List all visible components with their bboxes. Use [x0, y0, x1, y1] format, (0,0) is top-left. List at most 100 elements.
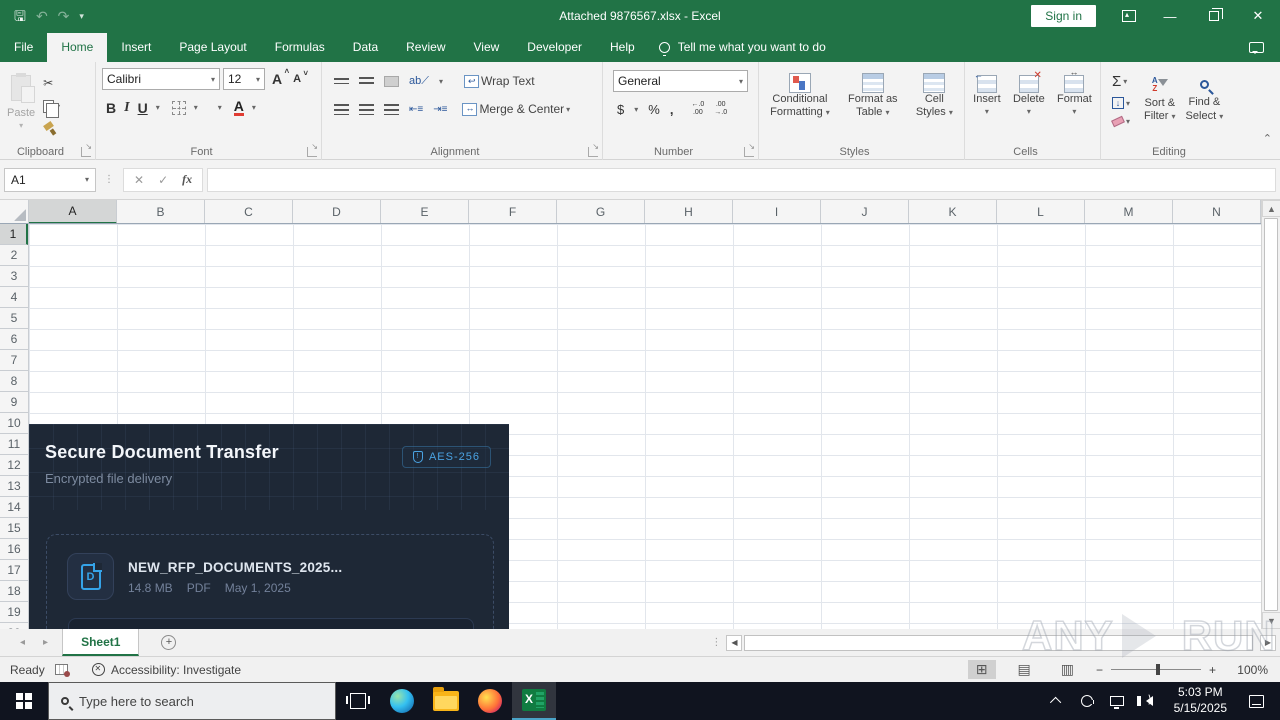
- restore-button[interactable]: [1192, 0, 1236, 32]
- cells-button-format[interactable]: Format▾: [1052, 67, 1097, 120]
- scroll-left-icon[interactable]: ◀: [726, 634, 743, 651]
- decrease-decimal-icon[interactable]: .00 →.0: [714, 101, 727, 118]
- redo-icon[interactable]: ↷: [58, 9, 70, 23]
- orientation-icon[interactable]: ab⟋: [409, 75, 429, 88]
- cells-button-delete[interactable]: Delete▾: [1008, 70, 1050, 120]
- align-bottom-icon[interactable]: [384, 75, 399, 87]
- italic-button[interactable]: I: [124, 100, 129, 115]
- horizontal-scroll-thumb[interactable]: [744, 634, 1253, 651]
- row-header-2[interactable]: 2: [0, 245, 28, 266]
- column-header-H[interactable]: H: [645, 200, 733, 223]
- decrease-font-size-icon[interactable]: A ˅: [293, 69, 308, 85]
- fill-color-caret-icon[interactable]: ▾: [218, 103, 222, 112]
- column-header-C[interactable]: C: [205, 200, 293, 223]
- row-header-19[interactable]: 19: [0, 602, 28, 623]
- zoom-level[interactable]: 100%: [1230, 663, 1268, 677]
- number-dialog-launcher-icon[interactable]: [744, 142, 755, 157]
- new-sheet-button[interactable]: +: [161, 629, 177, 656]
- row-header-6[interactable]: 6: [0, 329, 28, 350]
- font-color-caret-icon[interactable]: ▾: [252, 103, 256, 112]
- paste-button[interactable]: Paste ▾: [2, 69, 40, 134]
- network-icon[interactable]: [1104, 696, 1130, 709]
- underline-button[interactable]: U: [138, 101, 148, 115]
- insert-function-icon[interactable]: fx: [182, 172, 192, 187]
- copy-icon[interactable]: ▾: [40, 98, 63, 118]
- row-header-13[interactable]: 13: [0, 476, 28, 497]
- taskbar-search[interactable]: Type here to search: [48, 682, 336, 720]
- customize-quick-access-icon[interactable]: ▾: [79, 11, 84, 21]
- share-comment-icon[interactable]: [1249, 42, 1264, 54]
- prev-sheet-icon[interactable]: ◂: [20, 637, 25, 648]
- scroll-down-icon[interactable]: ▼: [1262, 612, 1280, 629]
- row-header-11[interactable]: 11: [0, 434, 28, 455]
- row-header-3[interactable]: 3: [0, 266, 28, 287]
- tab-page-layout[interactable]: Page Layout: [165, 33, 260, 62]
- scroll-right-icon[interactable]: ▶: [1260, 634, 1276, 651]
- file-explorer-button[interactable]: [424, 682, 468, 720]
- wrap-text-button[interactable]: Wrap Text: [461, 72, 538, 90]
- column-header-E[interactable]: E: [381, 200, 469, 223]
- align-middle-icon[interactable]: [359, 77, 374, 85]
- name-box-splitter[interactable]: ⋮: [100, 174, 119, 185]
- tab-file[interactable]: File: [0, 33, 47, 62]
- increase-decimal-icon[interactable]: ←.0 .00: [691, 101, 704, 118]
- styles-button-format-as[interactable]: Format as Table ▾: [843, 70, 903, 122]
- cut-icon[interactable]: ✂: [40, 74, 63, 92]
- row-header-9[interactable]: 9: [0, 392, 28, 413]
- styles-button-cell[interactable]: Cell Styles ▾: [911, 70, 958, 122]
- cancel-icon[interactable]: ✕: [134, 173, 144, 187]
- styles-button-conditional[interactable]: Conditional Formatting ▾: [765, 70, 835, 122]
- column-header-D[interactable]: D: [293, 200, 381, 223]
- column-header-I[interactable]: I: [733, 200, 821, 223]
- sort-filter-button[interactable]: AZ Sort & Filter ▾: [1139, 74, 1181, 126]
- comma-format-icon[interactable]: ,: [670, 103, 674, 116]
- column-header-J[interactable]: J: [821, 200, 909, 223]
- font-name-select[interactable]: Calibri ▾: [102, 68, 220, 90]
- task-view-button[interactable]: [336, 682, 380, 720]
- column-header-G[interactable]: G: [557, 200, 645, 223]
- page-layout-view-icon[interactable]: ▤: [1010, 660, 1039, 679]
- row-header-17[interactable]: 17: [0, 560, 28, 581]
- next-sheet-icon[interactable]: ▸: [43, 637, 48, 648]
- clear-icon[interactable]: ▾: [1109, 115, 1133, 128]
- accessibility-status[interactable]: Accessibility: Investigate: [111, 663, 241, 677]
- row-header-4[interactable]: 4: [0, 287, 28, 308]
- row-header-7[interactable]: 7: [0, 350, 28, 371]
- bold-button[interactable]: B: [106, 101, 116, 115]
- sheet-tab-sheet1[interactable]: Sheet1: [62, 629, 140, 656]
- row-header-10[interactable]: 10: [0, 413, 28, 434]
- font-color-icon[interactable]: A: [233, 99, 244, 116]
- column-header-B[interactable]: B: [117, 200, 205, 223]
- alignment-dialog-launcher-icon[interactable]: [588, 142, 599, 157]
- undo-icon[interactable]: ↶: [36, 9, 48, 23]
- zoom-out-icon[interactable]: −: [1096, 663, 1103, 677]
- row-header-12[interactable]: 12: [0, 455, 28, 476]
- currency-format-icon[interactable]: $: [617, 103, 624, 116]
- tell-me-box[interactable]: Tell me what you want to do: [649, 40, 836, 62]
- zoom-in-icon[interactable]: +: [1209, 663, 1216, 677]
- row-header-15[interactable]: 15: [0, 518, 28, 539]
- column-header-F[interactable]: F: [469, 200, 557, 223]
- page-break-view-icon[interactable]: ▥: [1053, 660, 1082, 679]
- increase-indent-icon[interactable]: ⇥≡: [433, 104, 447, 115]
- percent-format-icon[interactable]: %: [648, 103, 660, 116]
- decrease-indent-icon[interactable]: ⇤≡: [409, 104, 423, 115]
- format-painter-icon[interactable]: [40, 121, 63, 137]
- borders-icon[interactable]: [171, 100, 186, 115]
- underline-caret-icon[interactable]: ▾: [156, 103, 160, 112]
- tray-chevron-icon[interactable]: [1044, 696, 1070, 709]
- align-top-icon[interactable]: [334, 78, 349, 84]
- tab-help[interactable]: Help: [596, 33, 649, 62]
- tab-view[interactable]: View: [460, 33, 514, 62]
- row-header-16[interactable]: 16: [0, 539, 28, 560]
- tab-data[interactable]: Data: [339, 33, 392, 62]
- name-box[interactable]: A1 ▾: [4, 167, 96, 192]
- tab-formulas[interactable]: Formulas: [261, 33, 339, 62]
- row-header-8[interactable]: 8: [0, 371, 28, 392]
- clipboard-dialog-launcher-icon[interactable]: [81, 142, 92, 157]
- excel-taskbar-button[interactable]: [512, 682, 556, 720]
- column-header-N[interactable]: N: [1173, 200, 1261, 223]
- tab-home[interactable]: Home: [47, 33, 108, 62]
- column-header-K[interactable]: K: [909, 200, 997, 223]
- tab-insert[interactable]: Insert: [107, 33, 165, 62]
